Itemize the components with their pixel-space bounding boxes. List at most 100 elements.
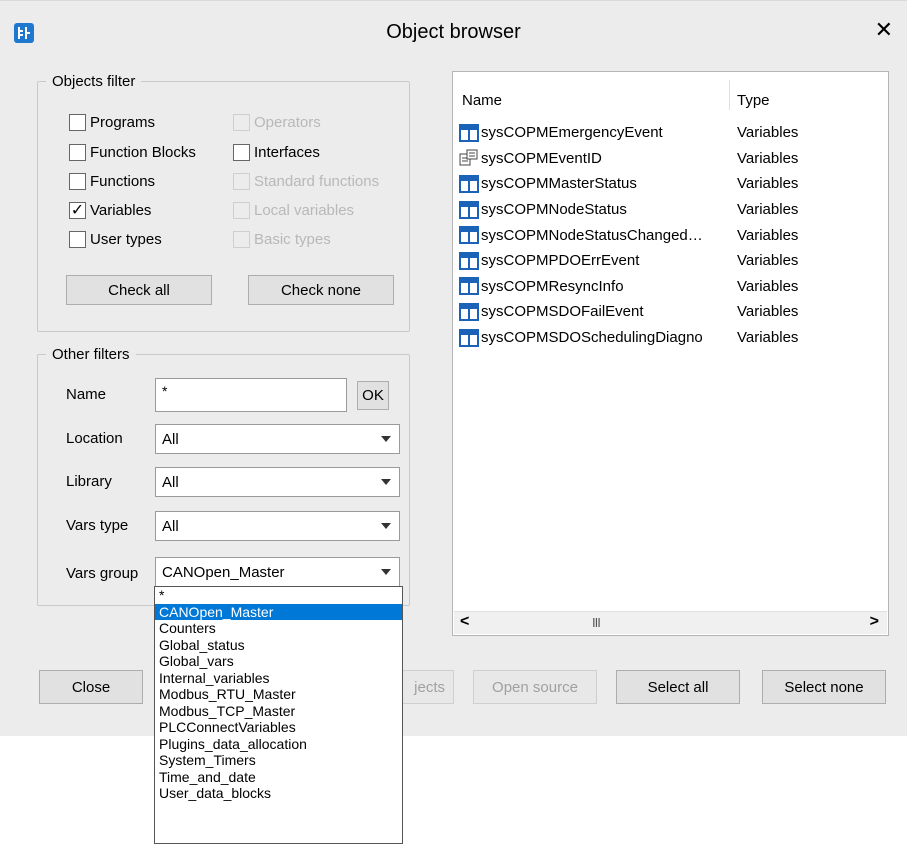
checkbox-variables[interactable]: ✓ Variables — [69, 202, 151, 219]
table-row[interactable]: sysCOPMEmergencyEvent Variables — [459, 120, 884, 146]
column-header-name[interactable]: Name — [462, 92, 502, 109]
table-row[interactable]: sysCOPMSDOSchedulingDiagno Variables — [459, 325, 884, 351]
dropdown-option[interactable]: Time_and_date — [155, 769, 402, 786]
checkbox-box[interactable] — [69, 173, 86, 190]
table-row[interactable]: sysCOPMNodeStatus Variables — [459, 197, 884, 223]
row-type: Variables — [737, 149, 799, 167]
select-all-button[interactable]: Select all — [616, 670, 740, 704]
results-list[interactable]: Name Type sysCOPMEmergencyEvent Variables… — [452, 71, 889, 636]
checkbox-label: User types — [90, 231, 162, 248]
dropdown-option[interactable]: Modbus_TCP_Master — [155, 703, 402, 720]
table-row[interactable]: sysCOPMMasterStatus Variables — [459, 171, 884, 197]
dropdown-option[interactable]: Counters — [155, 620, 402, 637]
row-type: Variables — [737, 277, 799, 295]
variable-icon — [459, 200, 479, 219]
table-row[interactable]: sysCOPMNodeStatusChanged… Variables — [459, 222, 884, 248]
row-type: Variables — [737, 303, 799, 321]
dropdown-option[interactable]: PLCConnectVariables — [155, 719, 402, 736]
dropdown-option[interactable]: * — [155, 587, 402, 604]
checkbox-local-variables: Local variables — [233, 202, 354, 219]
dropdown-option[interactable]: User_data_blocks — [155, 785, 402, 802]
dropdown-option[interactable]: Global_vars — [155, 653, 402, 670]
row-name: sysCOPMMasterStatus — [481, 175, 637, 193]
checkbox-functions[interactable]: Functions — [69, 173, 155, 190]
checkmark-icon[interactable]: ✓ — [69, 202, 86, 219]
variable-icon — [459, 123, 479, 142]
row-type: Variables — [737, 124, 799, 142]
checkbox-box — [233, 231, 250, 248]
select-none-button[interactable]: Select none — [762, 670, 886, 704]
vars-group-dropdown-list[interactable]: * CANOpen_Master Counters Global_status Glob… — [154, 586, 403, 844]
close-button[interactable]: Close — [39, 670, 143, 704]
dropdown-option[interactable]: Plugins_data_allocation — [155, 736, 402, 753]
location-label: Location — [66, 430, 123, 447]
checkbox-label: Standard functions — [254, 173, 380, 190]
list-header: Name Type — [453, 72, 888, 112]
checkbox-box[interactable] — [69, 144, 86, 161]
row-type: Variables — [737, 201, 799, 219]
row-name: sysCOPMNodeStatus — [481, 201, 627, 219]
chevron-down-icon — [381, 569, 391, 575]
reference-icon — [459, 149, 479, 167]
variable-icon — [459, 174, 479, 193]
checkbox-label: Local variables — [254, 202, 355, 219]
horizontal-scrollbar[interactable]: < III > — [454, 611, 887, 634]
other-filters-legend: Other filters — [52, 346, 130, 363]
scroll-thumb[interactable]: III — [592, 615, 601, 630]
location-select[interactable]: All — [155, 424, 400, 454]
variable-icon — [459, 302, 479, 321]
name-ok-button[interactable]: OK — [357, 381, 389, 410]
dropdown-option[interactable]: System_Timers — [155, 752, 402, 769]
checkbox-label: Basic types — [254, 231, 331, 248]
row-type: Variables — [737, 329, 799, 347]
row-name: sysCOPMEmergencyEvent — [481, 124, 663, 142]
table-row[interactable]: sysCOPMResyncInfo Variables — [459, 274, 884, 300]
checkbox-box — [233, 173, 250, 190]
dropdown-option[interactable]: CANOpen_Master — [155, 603, 402, 620]
checkbox-label: Variables — [90, 202, 152, 219]
check-none-button[interactable]: Check none — [248, 275, 394, 305]
checkbox-function-blocks[interactable]: Function Blocks — [69, 144, 196, 161]
column-divider[interactable] — [729, 80, 730, 110]
results-rows: sysCOPMEmergencyEvent Variables sysCOPMEve… — [459, 120, 884, 350]
checkbox-box — [233, 202, 250, 219]
close-icon[interactable]: ✕ — [875, 17, 893, 43]
table-row[interactable]: sysCOPMSDOFailEvent Variables — [459, 299, 884, 325]
checkbox-programs[interactable]: Programs — [69, 114, 155, 131]
name-filter-input[interactable]: * — [155, 378, 347, 412]
variable-icon — [459, 226, 479, 245]
dropdown-option[interactable]: Internal_variables — [155, 670, 402, 687]
row-name: sysCOPMSDOSchedulingDiagno — [481, 329, 703, 347]
dropdown-option[interactable]: Modbus_RTU_Master — [155, 686, 402, 703]
scroll-left-icon[interactable]: < — [460, 613, 469, 631]
object-browser-dialog: Object browser ✕ Objects filter Programs… — [0, 0, 907, 736]
table-row[interactable]: sysCOPMEventID Variables — [459, 146, 884, 172]
check-all-button[interactable]: Check all — [66, 275, 212, 305]
vars-group-value: CANOpen_Master — [162, 563, 285, 581]
row-name: sysCOPMSDOFailEvent — [481, 303, 644, 321]
chevron-down-icon — [381, 436, 391, 442]
row-name: sysCOPMResyncInfo — [481, 277, 624, 295]
vars-group-select[interactable]: CANOpen_Master — [155, 557, 400, 587]
dropdown-option[interactable]: Global_status — [155, 637, 402, 654]
name-label: Name — [66, 386, 107, 403]
column-header-type[interactable]: Type — [737, 92, 770, 109]
row-type: Variables — [737, 175, 799, 193]
checkbox-box[interactable] — [69, 114, 86, 131]
checkbox-interfaces[interactable]: Interfaces — [233, 144, 320, 161]
checkbox-box[interactable] — [233, 144, 250, 161]
location-value: All — [162, 430, 179, 448]
open-source-button[interactable]: Open source — [473, 670, 597, 704]
table-row[interactable]: sysCOPMPDOErrEvent Variables — [459, 248, 884, 274]
chevron-down-icon — [381, 479, 391, 485]
variable-icon — [459, 251, 479, 270]
row-name: sysCOPMNodeStatusChanged… — [481, 226, 703, 244]
scroll-right-icon[interactable]: > — [870, 613, 879, 631]
vars-type-select[interactable]: All — [155, 511, 400, 541]
library-select[interactable]: All — [155, 467, 400, 497]
chevron-down-icon — [381, 523, 391, 529]
checkbox-basic-types: Basic types — [233, 231, 331, 248]
row-name: sysCOPMEventID — [481, 149, 602, 167]
checkbox-user-types[interactable]: User types — [69, 231, 162, 248]
checkbox-box[interactable] — [69, 231, 86, 248]
